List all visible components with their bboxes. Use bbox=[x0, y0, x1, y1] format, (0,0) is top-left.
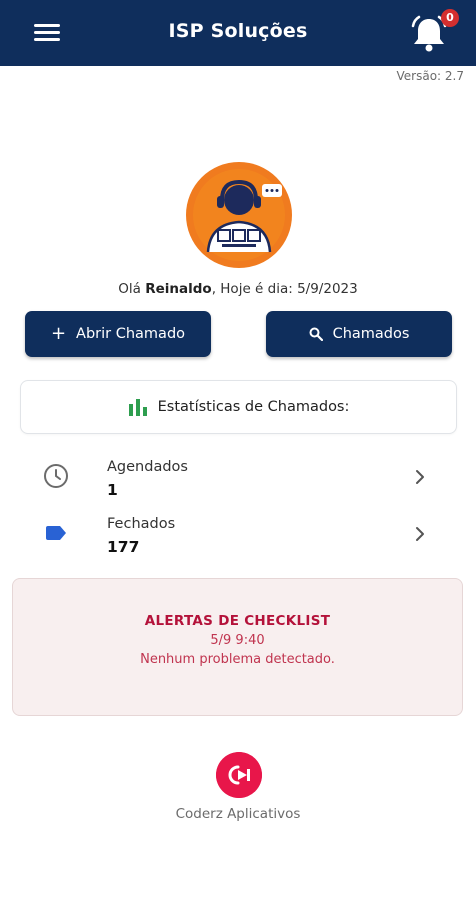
current-date: 5/9/2023 bbox=[297, 281, 358, 297]
label-tag-icon bbox=[46, 526, 66, 540]
open-ticket-button[interactable]: + Abrir Chamado bbox=[25, 311, 211, 357]
app-bar: ISP Soluções 0 bbox=[0, 0, 476, 66]
stats-title: Estatísticas de Chamados: bbox=[157, 399, 350, 415]
fechados-count: 177 bbox=[107, 538, 140, 556]
greeting-middle: , Hoje é dia: bbox=[211, 281, 298, 297]
chevron-right-icon bbox=[416, 470, 424, 484]
stats-header-card: Estatísticas de Chamados: bbox=[20, 380, 457, 434]
notification-badge: 0 bbox=[441, 9, 459, 27]
app-version: Versão: 2.7 bbox=[396, 69, 464, 83]
greeting-prefix: Olá bbox=[118, 281, 146, 297]
alert-message: Nenhum problema detectado. bbox=[140, 652, 335, 667]
agendados-count: 1 bbox=[107, 481, 118, 499]
user-name: Reinaldo bbox=[145, 281, 212, 297]
bar-chart-icon bbox=[128, 399, 147, 416]
list-item-agendados[interactable]: Agendados 1 bbox=[20, 456, 457, 510]
checklist-alert-card: ALERTAS DE CHECKLIST 5/9 9:40 Nenhum pro… bbox=[12, 578, 463, 716]
search-icon bbox=[309, 327, 323, 341]
coderz-logo-icon[interactable] bbox=[216, 752, 262, 798]
alert-time: 5/9 9:40 bbox=[210, 633, 265, 648]
chevron-right-icon bbox=[416, 527, 424, 541]
open-ticket-label: Abrir Chamado bbox=[76, 326, 186, 342]
fechados-label: Fechados bbox=[107, 516, 176, 532]
app-title: ISP Soluções bbox=[168, 20, 308, 42]
footer-brand-name: Coderz Aplicativos bbox=[175, 806, 301, 822]
agendados-label: Agendados bbox=[107, 459, 188, 475]
list-item-fechados[interactable]: Fechados 177 bbox=[20, 513, 457, 567]
company-logo-avatar bbox=[186, 162, 292, 268]
plus-icon: + bbox=[50, 323, 67, 344]
clock-icon bbox=[44, 464, 68, 488]
tickets-label: Chamados bbox=[332, 326, 410, 342]
greeting-text: Olá Reinaldo, Hoje é dia: 5/9/2023 bbox=[0, 281, 476, 297]
alert-title: ALERTAS DE CHECKLIST bbox=[144, 613, 331, 629]
tickets-button[interactable]: Chamados bbox=[266, 311, 452, 357]
